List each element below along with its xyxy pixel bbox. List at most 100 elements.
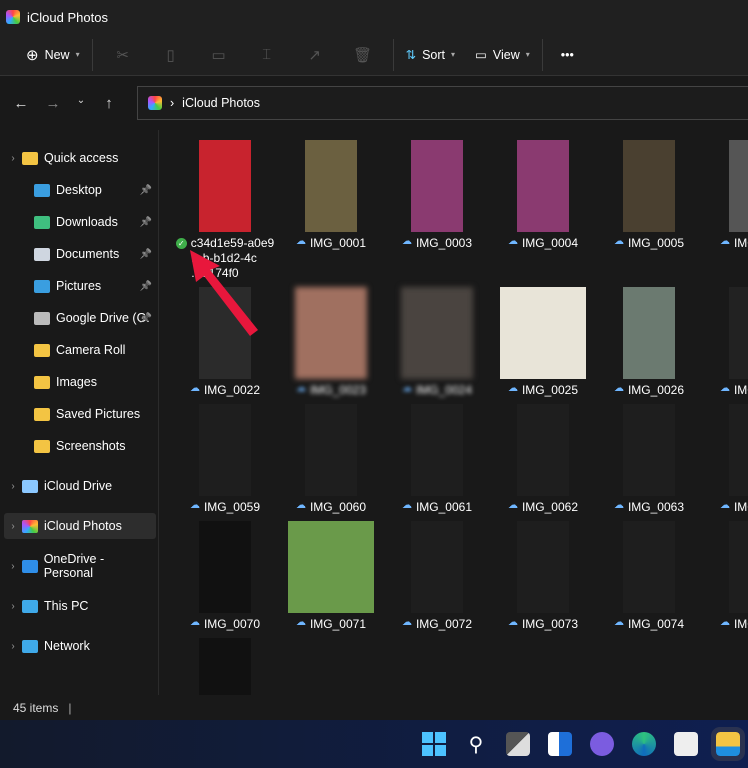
store-icon[interactable] (674, 732, 698, 756)
file-item[interactable]: ☁ IMG_0074 (596, 511, 702, 631)
file-item[interactable]: ☁ IMG_0024 (384, 277, 490, 397)
sidebar-item-label: Quick access (44, 151, 119, 165)
pin-icon[interactable]: 📌 (140, 217, 152, 228)
expand-chevron-icon[interactable]: › (4, 481, 22, 492)
pin-icon[interactable]: 📌 (140, 185, 152, 196)
chevron-down-icon: ▾ (75, 50, 80, 59)
sidebar-item-icloud-photos[interactable]: › iCloud Photos (4, 513, 156, 539)
sidebar-item-quick-access[interactable]: › Quick access (4, 145, 156, 171)
sidebar-item-camera-roll[interactable]: Camera Roll (4, 337, 156, 363)
paste-button[interactable]: ▭ (195, 40, 243, 70)
file-item[interactable]: ☁ IMG_0070 (172, 511, 278, 631)
chat-icon[interactable] (590, 732, 614, 756)
recent-chevron-icon[interactable]: ⌄ (69, 95, 93, 112)
up-arrow-icon[interactable]: ↑ (93, 95, 125, 112)
sidebar-item-saved-pictures[interactable]: Saved Pictures (4, 401, 156, 427)
delete-button[interactable]: 🗑 (339, 40, 387, 70)
pin-icon[interactable]: 📌 (140, 249, 152, 260)
sidebar-item-screenshots[interactable]: Screenshots (4, 433, 156, 459)
expand-chevron-icon[interactable]: › (4, 601, 22, 612)
sidebar-item-label: Saved Pictures (56, 407, 141, 421)
thumbnail (411, 140, 463, 232)
share-button[interactable]: ↗ (291, 40, 339, 70)
divider (541, 38, 543, 71)
sidebar-item-onedrive-personal[interactable]: › OneDrive - Personal (4, 552, 156, 580)
file-item[interactable]: ✓ c34d1e59-a0e9 …b-b1d2-4c …1174f0 (172, 130, 278, 280)
file-item[interactable]: ☁ IMG_0063 (596, 394, 702, 514)
expand-chevron-icon[interactable]: › (4, 153, 22, 164)
sidebar-item-network[interactable]: › Network (4, 633, 156, 659)
file-item[interactable]: ☁IMG_0006 (702, 130, 748, 250)
start-icon[interactable] (422, 732, 446, 756)
file-item[interactable]: ☁ IMG_0001 (278, 130, 384, 250)
sidebar-item-this-pc[interactable]: › This PC (4, 593, 156, 619)
edge-icon[interactable] (632, 732, 656, 756)
new-button[interactable]: ⊕ New ▾ (20, 40, 86, 70)
sidebar-item-images[interactable]: Images (4, 369, 156, 395)
divider (392, 38, 394, 71)
file-item[interactable]: ☁ IMG_0071 (278, 511, 384, 631)
cloud-icon: ☁ (507, 617, 518, 628)
file-explorer-icon[interactable] (711, 727, 745, 761)
file-item[interactable] (172, 628, 278, 695)
file-item[interactable]: ☁ IMG_0003 (384, 130, 490, 250)
file-item[interactable]: ☁ IMG_0023 (278, 277, 384, 397)
photos-icon (148, 96, 162, 110)
breadcrumb[interactable]: iCloud Photos (182, 96, 260, 110)
share-icon: ↗ (308, 46, 321, 64)
sort-button[interactable]: ⇅ Sort ▾ (400, 40, 461, 70)
thumbnail (517, 521, 569, 613)
widgets-icon[interactable] (548, 732, 572, 756)
file-item[interactable]: ☁IMG_0075 (702, 511, 748, 631)
file-label: ☁IMG_0075 (702, 617, 748, 631)
file-item[interactable]: ☁ IMG_0072 (384, 511, 490, 631)
file-label: ☁ IMG_0001 (278, 236, 384, 250)
sidebar-item-google-drive-g-[interactable]: Google Drive (G: 📌 (4, 305, 156, 331)
expand-chevron-icon[interactable]: › (4, 641, 22, 652)
trash-icon: 🗑 (353, 46, 373, 64)
file-item[interactable]: ☁ IMG_0025 (490, 277, 596, 397)
scissors-icon: ✂ (116, 46, 129, 64)
cut-button[interactable]: ✂ (99, 40, 147, 70)
file-name: IMG_0006 (733, 236, 748, 250)
expand-chevron-icon[interactable]: › (4, 521, 22, 532)
file-item[interactable]: ☁IMG_0064 (702, 394, 748, 514)
expand-chevron-icon[interactable]: › (4, 561, 22, 572)
file-item[interactable]: ☁ IMG_0022 (172, 277, 278, 397)
plus-circle-icon: ⊕ (26, 46, 39, 64)
back-arrow-icon[interactable]: ← (5, 95, 37, 112)
task-view-icon[interactable] (506, 732, 530, 756)
sidebar-item-downloads[interactable]: Downloads 📌 (4, 209, 156, 235)
file-item[interactable]: ☁IMG_0027 (702, 277, 748, 397)
file-item[interactable]: ☁ IMG_0061 (384, 394, 490, 514)
more-button[interactable]: ••• (555, 40, 580, 70)
file-item[interactable]: ☁ IMG_0062 (490, 394, 596, 514)
view-button[interactable]: ▭ View ▾ (469, 40, 536, 70)
sidebar-item-icloud-drive[interactable]: › iCloud Drive (4, 473, 156, 499)
pin-icon[interactable]: 📌 (140, 281, 152, 292)
search-icon[interactable]: ⚲ (464, 732, 488, 756)
file-item[interactable]: ☁ IMG_0005 (596, 130, 702, 250)
file-item[interactable]: ☁ IMG_0004 (490, 130, 596, 250)
forward-arrow-icon[interactable]: → (37, 95, 69, 112)
file-item[interactable]: ☁ IMG_0059 (172, 394, 278, 514)
thumbnail (729, 287, 748, 379)
file-item[interactable]: ☁ IMG_0060 (278, 394, 384, 514)
rename-button[interactable]: ⌶ (243, 40, 291, 70)
photos-app-icon (6, 10, 20, 24)
sidebar-item-documents[interactable]: Documents 📌 (4, 241, 156, 267)
item-count: 45 items (13, 701, 59, 715)
chevron-down-icon: ▾ (525, 50, 530, 59)
star-icon (22, 151, 38, 165)
pin-icon[interactable]: 📌 (140, 313, 152, 324)
thumbnail (729, 140, 748, 232)
cloud-icon: ☁ (613, 617, 624, 628)
file-item[interactable]: ☁ IMG_0026 (596, 277, 702, 397)
sidebar-item-desktop[interactable]: Desktop 📌 (4, 177, 156, 203)
sidebar-item-pictures[interactable]: Pictures 📌 (4, 273, 156, 299)
command-bar: ⊕ New ▾ ✂ ▯ ▭ ⌶ ↗ 🗑 ⇅ Sort ▾ ▭ View ▾ ••• (0, 34, 748, 76)
taskbar: ⚲ (0, 720, 748, 768)
copy-button[interactable]: ▯ (147, 40, 195, 70)
address-bar[interactable]: › iCloud Photos (137, 86, 748, 120)
file-item[interactable]: ☁ IMG_0073 (490, 511, 596, 631)
